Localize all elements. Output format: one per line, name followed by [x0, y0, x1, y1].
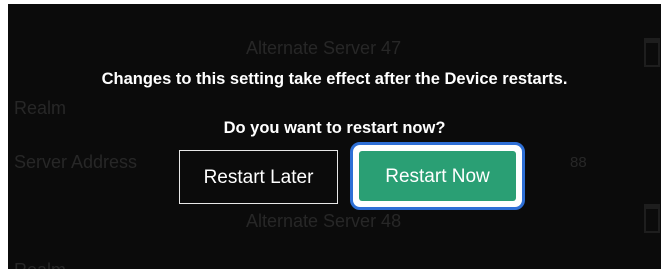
trash-icon [644, 38, 660, 67]
server-address-label: Server Address [14, 152, 138, 172]
alternate-server-47-header: Alternate Server 47 [246, 38, 402, 58]
realm-label: Realm [14, 98, 67, 118]
port-value: 88 [570, 154, 587, 171]
realm-label: Realm [14, 260, 66, 269]
restart-now-button[interactable]: Restart Now [359, 151, 516, 201]
restart-message: Changes to this setting take effect afte… [101, 70, 568, 88]
restart-later-button[interactable]: Restart Later [179, 150, 338, 204]
trash-icon [644, 204, 660, 233]
alternate-server-48-header: Alternate Server 48 [246, 211, 402, 231]
restart-dialog-overlay: Alternate Server 47 Realm Server Address… [8, 4, 661, 269]
restart-question: Do you want to restart now? [223, 119, 446, 137]
